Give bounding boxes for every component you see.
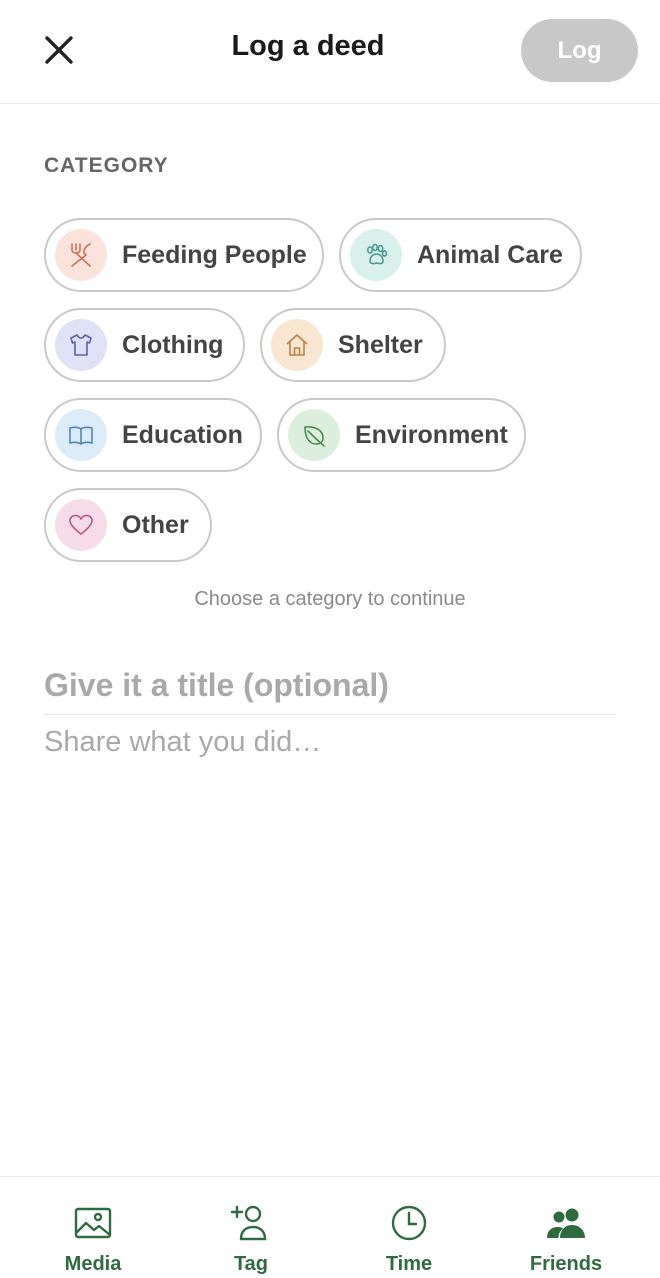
category-chip-other[interactable]: Other (44, 488, 212, 562)
category-chip-label: Other (122, 510, 189, 539)
category-chip-label: Environment (355, 420, 508, 449)
category-chip-label: Clothing (122, 330, 224, 359)
category-chip-label: Feeding People (122, 240, 307, 269)
category-hint: Choose a category to continue (194, 588, 466, 610)
description-input[interactable] (44, 726, 616, 1146)
category-chip-label: Education (122, 420, 243, 449)
category-chip-clothing[interactable]: Clothing (44, 308, 245, 382)
log-button[interactable]: Log (521, 19, 638, 82)
house-icon (271, 319, 323, 371)
category-label: CATEGORY (44, 154, 169, 177)
people-icon (544, 1203, 588, 1243)
add-person-icon (229, 1203, 273, 1243)
media-button[interactable]: Media (23, 1177, 163, 1278)
title-input[interactable] (44, 657, 616, 715)
category-chip-feeding-people[interactable]: Feeding People (44, 218, 324, 292)
log-deed-screen: Log a deed Log CATEGORY Feeding People A… (0, 0, 660, 1278)
friends-button[interactable]: Friends (496, 1177, 636, 1278)
clock-icon (387, 1203, 431, 1243)
book-icon (55, 409, 107, 461)
leaf-icon (288, 409, 340, 461)
category-chip-label: Shelter (338, 330, 423, 359)
tag-label: Tag (233, 1253, 269, 1275)
friends-label: Friends (529, 1253, 603, 1275)
paw-icon (350, 229, 402, 281)
image-icon (71, 1203, 115, 1243)
time-button[interactable]: Time (339, 1177, 479, 1278)
category-chip-label: Animal Care (417, 240, 563, 269)
media-label: Media (64, 1253, 122, 1275)
tag-button[interactable]: Tag (181, 1177, 321, 1278)
time-label: Time (385, 1253, 433, 1275)
fork-knife-icon (55, 229, 107, 281)
header: Log a deed Log (0, 0, 660, 104)
heart-icon (55, 499, 107, 551)
category-chip-shelter[interactable]: Shelter (260, 308, 446, 382)
bottom-toolbar: Media Tag Time Friends (0, 1176, 660, 1278)
shirt-icon (55, 319, 107, 371)
category-chip-animal-care[interactable]: Animal Care (339, 218, 582, 292)
category-chip-education[interactable]: Education (44, 398, 262, 472)
category-chip-environment[interactable]: Environment (277, 398, 526, 472)
